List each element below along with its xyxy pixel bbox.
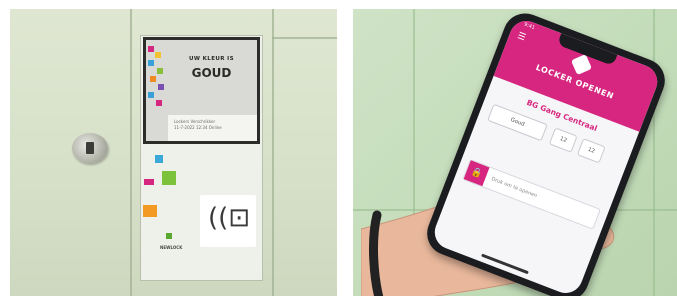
- status-time: 9:41: [523, 21, 536, 32]
- pixel-graphic: [146, 40, 166, 141]
- phone-photo: 9:41 ☰ LOCKER OPENEN BG Gang Centraal Go…: [353, 9, 677, 296]
- pixel: [150, 76, 156, 82]
- color-square: [162, 171, 176, 185]
- locker-door-seam: [272, 37, 337, 39]
- lock-icon: 🔒: [463, 160, 490, 187]
- menu-icon[interactable]: ☰: [516, 31, 527, 43]
- screen-message: UW KLEUR IS GOUD: [170, 56, 253, 80]
- screen-line-2: GOUD: [191, 66, 232, 80]
- pixel: [156, 100, 162, 106]
- unlock-button[interactable]: 🔒 Druk om te openen: [462, 158, 601, 230]
- home-indicator: [481, 253, 529, 275]
- pixel: [158, 84, 164, 90]
- locker-door-seam: [272, 9, 274, 296]
- pixel: [148, 92, 154, 98]
- color-square: [166, 233, 172, 239]
- pixel: [148, 60, 154, 66]
- kiosk-screen: UW KLEUR IS GOUD Lockers Verschrikker 11…: [143, 37, 260, 144]
- app-logo-icon: [570, 54, 593, 76]
- wall-panel-seam: [653, 9, 655, 296]
- unlock-label: Druk om te openen: [490, 176, 538, 200]
- number-field[interactable]: 12: [576, 138, 606, 164]
- screen-footer: Lockers Verschrikker 11-7-2022 12:34 Onl…: [168, 115, 257, 141]
- screen-line-1: UW KLEUR IS: [189, 56, 234, 62]
- color-square: [155, 155, 163, 163]
- pixel: [148, 46, 154, 52]
- locker-door-seam: [130, 9, 132, 296]
- screen-footer-line-2: 11-7-2022 12:34 Online: [174, 125, 222, 130]
- key-lock-slot: [86, 142, 94, 154]
- color-square: [144, 179, 154, 185]
- pixel: [155, 52, 161, 58]
- locker-photo: UW KLEUR IS GOUD Lockers Verschrikker 11…: [10, 9, 337, 296]
- pixel: [157, 68, 163, 74]
- contactless-card-icon: ((⊡: [208, 203, 251, 233]
- panel-brand-label: NEWLOCK: [160, 245, 183, 250]
- row-field[interactable]: 12: [548, 127, 578, 153]
- color-square: [143, 205, 157, 217]
